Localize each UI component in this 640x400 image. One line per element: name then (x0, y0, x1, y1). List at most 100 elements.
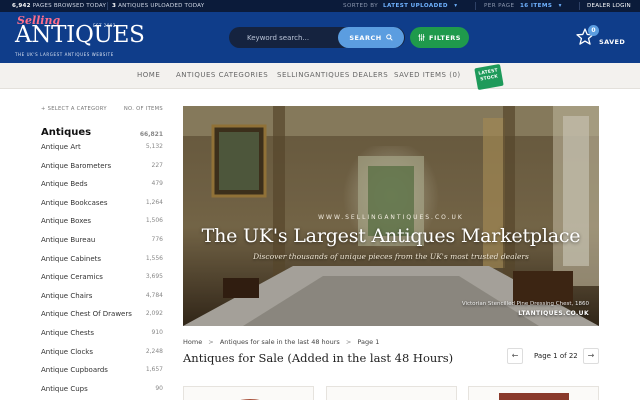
page-indicator: Page 1 of 22 (534, 352, 578, 360)
dealer-login-link[interactable]: DEALER LOGIN (587, 3, 631, 9)
category-item[interactable]: Antique Clocks 2,248 (41, 348, 163, 367)
nav-home[interactable]: HOME (137, 71, 160, 79)
logo-wordmark: ANTIQUES (15, 22, 145, 48)
category-label: Antique Chests (41, 328, 94, 337)
category-item[interactable]: Antique Bureau 776 (41, 236, 163, 255)
sorted-by-label: SORTED BY (343, 3, 379, 9)
category-label: Antiques (41, 127, 92, 138)
saved-count-badge: 0 (588, 25, 599, 36)
category-count: 479 (151, 180, 163, 188)
latest-stock-badge[interactable]: LATEST STOCK (474, 63, 504, 91)
nav-saved-items[interactable]: SAVED ITEMS (0) (394, 71, 461, 79)
category-label: Antique Barometers (41, 161, 112, 170)
breadcrumb-section[interactable]: Antiques for sale in the last 48 hours (220, 338, 340, 346)
product-image (499, 393, 569, 400)
category-label: Antique Chest Of Drawers (41, 310, 132, 319)
uploaded-stat: 3 ANTIQUES UPLOADED TODAY (112, 3, 204, 9)
category-item[interactable]: Antique Boxes 1,506 (41, 217, 163, 236)
top-info-bar: 6,942 PAGES BROWSED TODAY 3 ANTIQUES UPL… (0, 0, 640, 12)
hero-caption-source[interactable]: LTANTIQUES.CO.UK (518, 310, 589, 317)
chevron-down-icon: ▾ (454, 3, 458, 9)
hero-banner[interactable]: WWW.SELLINGANTIQUES.CO.UK The UK's Large… (183, 106, 599, 326)
arrow-left-icon: ← (511, 351, 519, 360)
uploaded-count: 3 (112, 3, 117, 9)
pages-browsed-count: 6,942 (12, 3, 31, 9)
category-count: 4,784 (145, 291, 163, 299)
product-card[interactable] (326, 386, 457, 400)
logo-est-text: EST 2002 (93, 23, 116, 28)
nav-dealers[interactable]: SELLINGANTIQUES DEALERS (277, 71, 388, 79)
search-icon (385, 34, 393, 41)
category-label: Antique Clocks (41, 347, 93, 356)
category-label: Antique Bookcases (41, 198, 108, 207)
filters-button[interactable]: FILTERS (410, 27, 469, 48)
category-count: 3,695 (145, 273, 163, 281)
divider (579, 2, 580, 10)
category-count: 227 (151, 161, 163, 169)
category-item[interactable]: Antique Cabinets 1,556 (41, 255, 163, 274)
saved-label: SAVED (599, 38, 626, 46)
sliders-icon (418, 34, 425, 41)
logo-tagline: THE UK'S LARGEST ANTIQUES WEBSITE (15, 52, 114, 57)
category-count: 2,248 (145, 347, 163, 355)
per-page-label: PER PAGE (484, 3, 515, 9)
category-count: 90 (155, 384, 163, 392)
category-label: Antique Art (41, 143, 81, 151)
product-card[interactable] (468, 386, 599, 400)
divider (107, 2, 108, 10)
category-item[interactable]: Antique Art 5,132 (41, 143, 163, 162)
category-count: 5,132 (145, 143, 163, 150)
select-category-label[interactable]: + SELECT A CATEGORY (41, 106, 107, 112)
category-count: 1,506 (145, 217, 163, 225)
chevron-down-icon: ▾ (558, 3, 562, 9)
category-item[interactable]: Antique Chest Of Drawers 2,092 (41, 310, 163, 329)
nav-antiques-categories[interactable]: ANTIQUES CATEGORIES (176, 71, 268, 79)
arrow-right-icon: → (587, 351, 595, 360)
category-header: + SELECT A CATEGORY NO. OF ITEMS (41, 106, 163, 114)
category-count: 2,092 (145, 310, 163, 318)
category-count: 1,556 (145, 254, 163, 262)
category-label: Antique Ceramics (41, 273, 103, 282)
product-card[interactable] (183, 386, 314, 400)
sort-select-value: LATEST UPLOADED (383, 3, 448, 9)
uploaded-label: ANTIQUES UPLOADED TODAY (118, 3, 205, 9)
category-label: Antique Beds (41, 180, 88, 189)
category-count: 66,821 (139, 131, 163, 138)
search-bar: SEARCH (229, 27, 405, 48)
hero-site-url: WWW.SELLINGANTIQUES.CO.UK (318, 214, 464, 221)
breadcrumb-separator: > (208, 338, 214, 346)
page-title: Antiques for Sale (Added in the last 48 … (183, 351, 454, 365)
saved-items-link[interactable]: 0 SAVED (576, 25, 636, 55)
sort-select[interactable]: LATEST UPLOADED ▾ (383, 3, 458, 9)
category-item[interactable]: Antique Barometers 227 (41, 162, 163, 181)
site-logo[interactable]: Selling ANTIQUES EST 2002 THE UK'S LARGE… (13, 14, 145, 59)
category-item[interactable]: Antique Beds 479 (41, 180, 163, 199)
breadcrumb-home[interactable]: Home (183, 338, 202, 346)
search-button-label: SEARCH (349, 33, 382, 42)
category-item[interactable]: Antique Chairs 4,784 (41, 292, 163, 311)
next-page-button[interactable]: → (583, 348, 599, 364)
category-label: Antique Bureau (41, 235, 96, 244)
search-button[interactable]: SEARCH (338, 27, 404, 48)
main-nav: HOME ANTIQUES CATEGORIES SELLINGANTIQUES… (0, 63, 640, 89)
category-item[interactable]: Antique Cups 90 (41, 385, 163, 400)
prev-page-button[interactable]: ← (507, 348, 523, 364)
category-label: Antique Cups (41, 384, 88, 393)
category-item[interactable]: Antique Bookcases 1,264 (41, 199, 163, 218)
per-page-value: 16 ITEMS (520, 3, 553, 9)
pages-browsed-label: PAGES BROWSED TODAY (32, 3, 107, 9)
site-header: Selling ANTIQUES EST 2002 THE UK'S LARGE… (0, 12, 640, 63)
filters-button-label: FILTERS (429, 33, 461, 42)
search-input[interactable] (229, 27, 341, 48)
category-count: 1,657 (145, 366, 163, 374)
category-label: Antique Boxes (41, 217, 92, 226)
category-item[interactable]: Antique Cupboards 1,657 (41, 366, 163, 385)
hero-caption: Victorian Stencilled Pine Dressing Chest… (461, 301, 589, 307)
category-label: Antique Cabinets (41, 254, 102, 263)
category-count: 776 (151, 235, 163, 243)
category-count: 910 (151, 328, 163, 336)
category-item[interactable]: Antique Ceramics 3,695 (41, 273, 163, 292)
per-page-select[interactable]: 16 ITEMS ▾ (520, 3, 562, 9)
category-count: 1,264 (145, 198, 163, 206)
category-item[interactable]: Antique Chests 910 (41, 329, 163, 348)
